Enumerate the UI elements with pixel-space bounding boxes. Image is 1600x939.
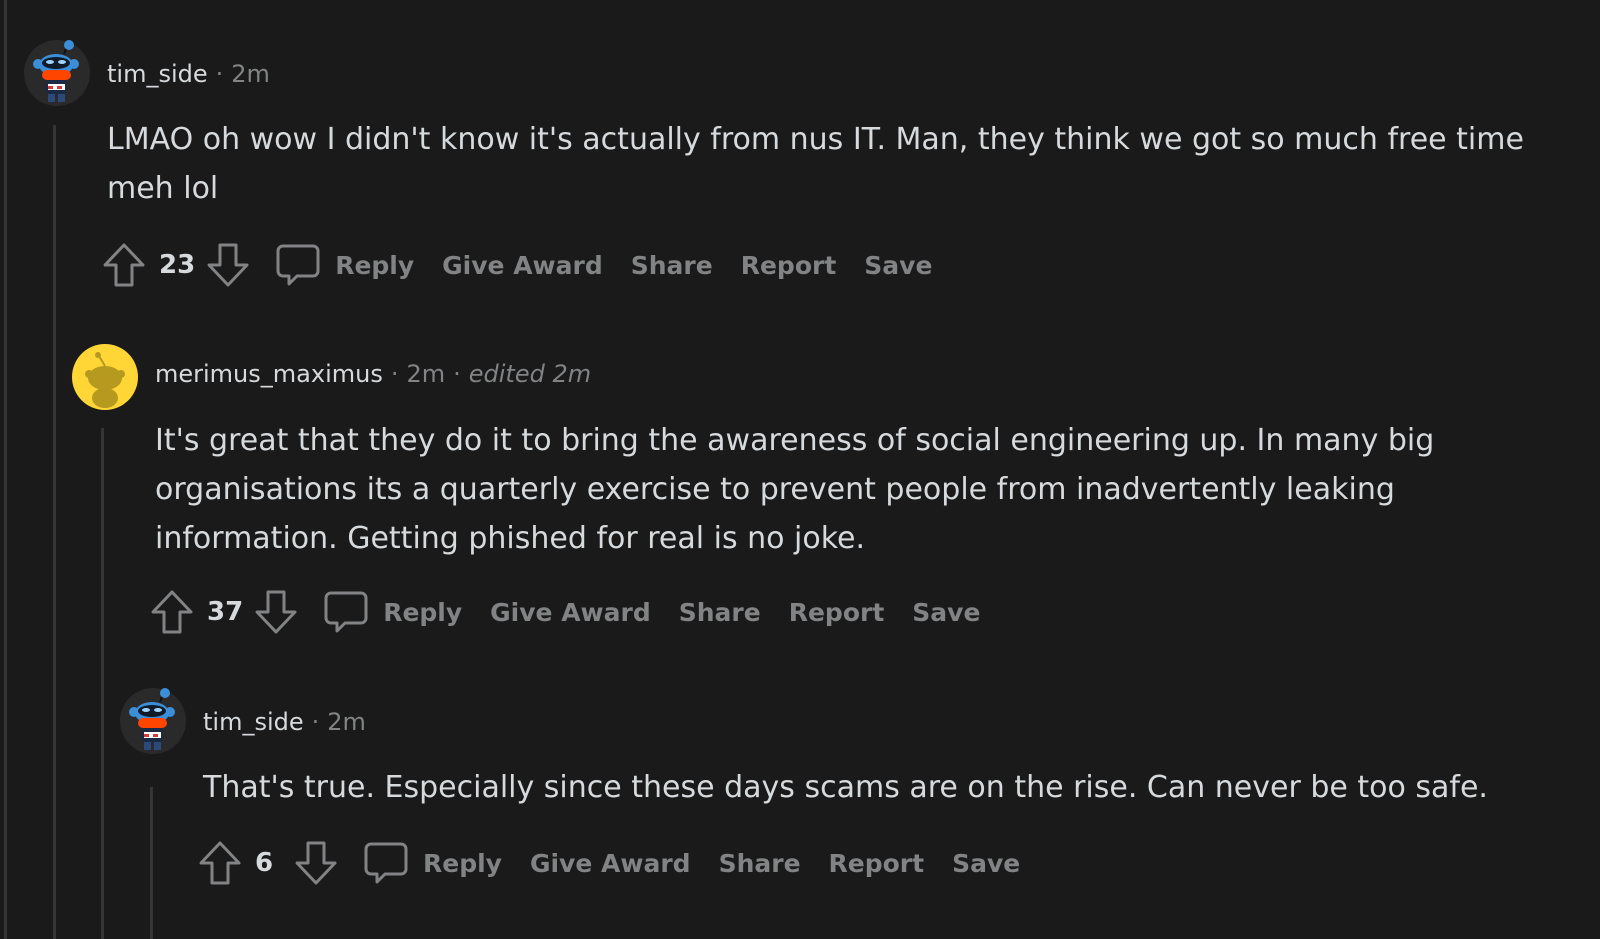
downvote-button[interactable] — [253, 588, 299, 636]
thread-line[interactable] — [101, 428, 104, 939]
avatar[interactable] — [72, 344, 138, 410]
share-button[interactable]: Share — [631, 251, 713, 280]
speech-bubble-icon — [364, 842, 408, 884]
share-button[interactable]: Share — [719, 849, 801, 878]
avatar[interactable] — [120, 688, 186, 754]
comment-header: merimus_maximus · 2m · edited 2m — [155, 360, 591, 388]
comment-header: tim_side · 2m — [203, 708, 366, 736]
vote-score: 6 — [255, 848, 274, 878]
comment-body: That's true. Especially since these days… — [203, 770, 1488, 805]
give-award-button[interactable]: Give Award — [442, 251, 603, 280]
reply-label: Reply — [383, 597, 463, 627]
give-award-button[interactable]: Give Award — [530, 849, 691, 878]
reply-button[interactable]: Reply — [363, 840, 502, 886]
timestamp[interactable]: 2m — [327, 708, 366, 736]
comment-body: LMAO oh wow I didn't know it's actually … — [107, 122, 1524, 206]
comment-actions: 23 Reply Give Award Share Report Save — [101, 241, 932, 289]
report-button[interactable]: Report — [789, 598, 885, 627]
upvote-arrow-icon — [199, 841, 241, 885]
downvote-arrow-icon — [255, 590, 297, 634]
save-button[interactable]: Save — [864, 251, 932, 280]
give-award-button[interactable]: Give Award — [490, 598, 651, 627]
reply-button[interactable]: Reply — [323, 589, 462, 635]
vote-score: 37 — [207, 597, 244, 627]
upvote-button[interactable] — [197, 839, 243, 887]
upvote-button[interactable] — [149, 588, 195, 636]
edited-label: edited 2m — [468, 360, 592, 388]
reply-label: Reply — [423, 848, 502, 878]
share-button[interactable]: Share — [679, 598, 761, 627]
username[interactable]: merimus_maximus — [155, 360, 383, 388]
save-button[interactable]: Save — [952, 849, 1020, 878]
downvote-arrow-icon — [207, 243, 249, 287]
snoo-avatar-icon — [120, 688, 186, 754]
upvote-arrow-icon — [103, 243, 145, 287]
upvote-button[interactable] — [101, 241, 147, 289]
default-snoo-avatar-icon — [72, 344, 138, 410]
timestamp[interactable]: 2m — [231, 60, 270, 88]
downvote-button[interactable] — [293, 839, 339, 887]
comment-header: tim_side · 2m — [107, 60, 270, 88]
thread-line[interactable] — [150, 787, 153, 939]
comment-body: It's great that they do it to bring the … — [155, 423, 1435, 556]
upvote-arrow-icon — [151, 590, 193, 634]
speech-bubble-icon — [276, 244, 320, 286]
separator-dot: · — [453, 360, 461, 388]
report-button[interactable]: Report — [741, 251, 837, 280]
separator-dot: · — [390, 360, 399, 388]
comment-actions: 37 Reply Give Award Share Report Save — [149, 588, 980, 636]
comment-actions: 6 Reply Give Award Share Report Save — [197, 839, 1020, 887]
avatar[interactable] — [24, 40, 90, 106]
speech-bubble-icon — [324, 591, 368, 633]
separator-dot: · — [215, 60, 224, 88]
username[interactable]: tim_side — [107, 60, 208, 88]
thread-line[interactable] — [53, 125, 56, 939]
username[interactable]: tim_side — [203, 708, 304, 736]
snoo-avatar-icon — [24, 40, 90, 106]
vote-score: 23 — [159, 250, 196, 280]
report-button[interactable]: Report — [829, 849, 925, 878]
timestamp[interactable]: 2m — [406, 360, 445, 388]
separator-dot: · — [311, 708, 320, 736]
reply-label: Reply — [335, 250, 415, 280]
outer-thread-line[interactable] — [4, 0, 7, 939]
downvote-arrow-icon — [295, 841, 337, 885]
reply-button[interactable]: Reply — [275, 242, 414, 288]
downvote-button[interactable] — [205, 241, 251, 289]
save-button[interactable]: Save — [912, 598, 980, 627]
